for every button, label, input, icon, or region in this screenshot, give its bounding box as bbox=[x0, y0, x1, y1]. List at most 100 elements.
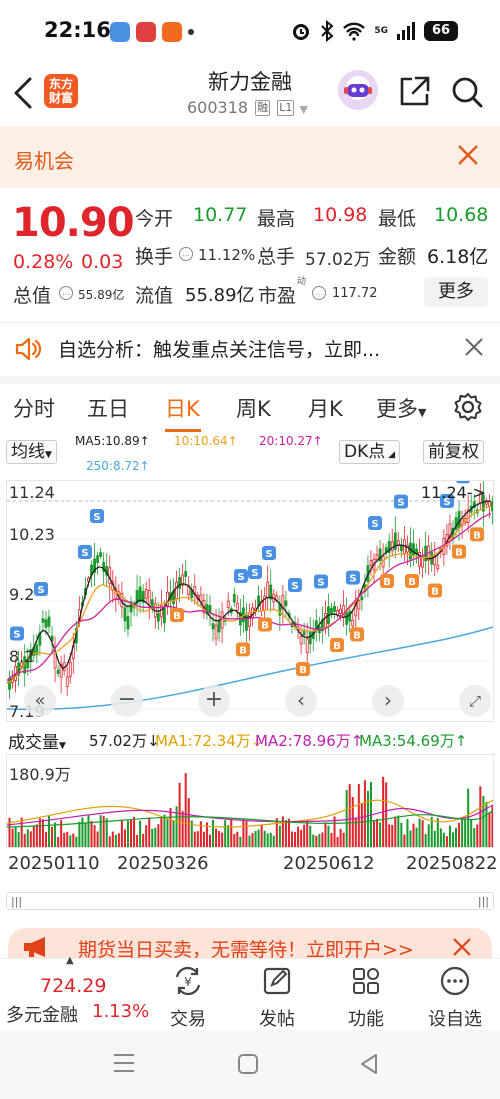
search-icon[interactable] bbox=[449, 74, 485, 110]
volume-bar bbox=[360, 803, 363, 847]
y-axis-low: 9.2 bbox=[9, 585, 35, 604]
close-icon[interactable] bbox=[452, 937, 472, 957]
close-icon[interactable] bbox=[464, 337, 484, 357]
signal-icon bbox=[397, 22, 415, 40]
buy-signal-letter: B bbox=[383, 577, 391, 588]
info-icon[interactable]: … bbox=[59, 286, 73, 300]
volume-bar bbox=[445, 836, 448, 847]
margin-tag: 融 bbox=[255, 100, 271, 116]
buy-signal-letter: B bbox=[353, 630, 361, 641]
tab-intraday[interactable]: 分时 bbox=[13, 393, 55, 423]
info-icon[interactable]: … bbox=[312, 286, 326, 300]
step-left-icon[interactable]: ‹ bbox=[285, 685, 317, 717]
volume-bar bbox=[32, 826, 35, 847]
range-scrollbar[interactable]: ||| ||| bbox=[6, 892, 494, 910]
close-icon[interactable] bbox=[456, 143, 480, 167]
range-handle-left[interactable]: ||| bbox=[11, 895, 22, 908]
open-value: 10.77 bbox=[193, 204, 248, 226]
opportunity-banner[interactable]: 易机会 bbox=[0, 126, 500, 188]
ma-toggle[interactable]: 均线▼ bbox=[6, 440, 57, 464]
share-icon[interactable] bbox=[396, 74, 432, 110]
volume-bar bbox=[166, 819, 169, 847]
robot-assistant-avatar[interactable] bbox=[338, 70, 378, 110]
volume-bar bbox=[336, 836, 339, 847]
more-dots-icon bbox=[440, 966, 470, 996]
volume-bar bbox=[254, 830, 257, 847]
volume-bar bbox=[458, 822, 461, 847]
candle-body bbox=[44, 619, 48, 628]
adjust-toggle[interactable]: 前复权 bbox=[423, 440, 484, 464]
post-button[interactable]: 发帖 bbox=[237, 965, 317, 1031]
robot-icon bbox=[344, 84, 372, 97]
volume-bar bbox=[394, 816, 397, 847]
candle-body bbox=[99, 552, 103, 557]
volume-bar bbox=[154, 827, 157, 847]
dk-points-toggle[interactable]: DK点 ◢ bbox=[339, 440, 401, 464]
range-handle-right[interactable]: ||| bbox=[478, 895, 489, 908]
home-icon[interactable] bbox=[236, 1052, 260, 1076]
more-quote-button[interactable]: 更多 bbox=[424, 277, 488, 307]
volume-bar bbox=[345, 789, 348, 847]
volume-bar bbox=[233, 834, 236, 847]
volume-bar bbox=[315, 835, 318, 847]
megaphone-icon bbox=[24, 937, 45, 957]
volume-bar bbox=[87, 815, 90, 847]
volume-bar bbox=[321, 832, 324, 847]
ma250-label: 250:8.72↑ bbox=[86, 459, 150, 473]
volume-bar bbox=[54, 822, 57, 847]
volume-bar bbox=[245, 821, 248, 847]
ma5-line bbox=[6, 500, 492, 684]
scroll-left-fast-icon[interactable]: « bbox=[24, 685, 56, 717]
bluetooth-icon bbox=[321, 20, 334, 42]
candle-body bbox=[299, 636, 303, 645]
volume-bar bbox=[424, 834, 427, 847]
tab-weekly-k[interactable]: 周K bbox=[236, 393, 271, 423]
volume-bar bbox=[448, 825, 451, 847]
gear-icon[interactable] bbox=[453, 392, 483, 422]
volume-bar bbox=[178, 782, 181, 847]
back-icon[interactable] bbox=[358, 1052, 380, 1076]
sell-signal-letter: S bbox=[397, 498, 404, 509]
tab-five-day[interactable]: 五日 bbox=[87, 393, 129, 423]
pe-value: 117.72 bbox=[332, 286, 378, 301]
tab-daily-k[interactable]: 日K bbox=[165, 393, 200, 423]
kline-chart[interactable]: SSSSSSSSSSSSSSBBBBBBBBBBB 11.24 10.23 9.… bbox=[6, 469, 494, 722]
y-axis-top: 11.24 bbox=[9, 483, 55, 502]
svg-text:¥: ¥ bbox=[184, 975, 192, 989]
volume-bar bbox=[433, 830, 436, 847]
vol-ma2: MA2:78.96万↑ bbox=[255, 732, 364, 750]
volume-bar bbox=[260, 825, 263, 847]
tab-monthly-k[interactable]: 月K bbox=[308, 393, 343, 423]
buy-signal-marker: B bbox=[258, 617, 272, 632]
analysis-notice[interactable]: 自选分析：触发重点关注信号，立即... bbox=[0, 322, 500, 372]
candle-body bbox=[56, 669, 60, 674]
add-watchlist-label: 设自选 bbox=[428, 1009, 482, 1030]
candle-body bbox=[65, 676, 69, 687]
candle-body bbox=[163, 608, 166, 624]
volume-bar bbox=[488, 812, 491, 847]
volume-chart[interactable]: 180.9万 bbox=[6, 754, 494, 848]
trade-button[interactable]: ¥ 交易 bbox=[148, 965, 228, 1031]
sector-name[interactable]: 多元金融 bbox=[6, 1001, 78, 1027]
tab-more[interactable]: 更多▼ bbox=[376, 393, 426, 423]
banner-text: 易机会 bbox=[14, 149, 74, 173]
last-price-marker: 11.24-> bbox=[421, 483, 486, 502]
chevron-down-icon[interactable]: ▼ bbox=[300, 103, 308, 116]
volume-indicator-toggle[interactable]: 成交量▼ bbox=[8, 728, 66, 753]
functions-button[interactable]: 功能 bbox=[326, 965, 406, 1031]
sell-signal-letter: S bbox=[371, 519, 378, 530]
zoom-out-icon[interactable]: − bbox=[111, 685, 143, 717]
sector-index-value[interactable]: 724.29 bbox=[40, 975, 106, 997]
volume-bar bbox=[278, 825, 281, 847]
bottom-toolbar: ▲ 724.29 多元金融 1.13% ¥ 交易 发帖 功能 设自选 bbox=[0, 955, 500, 1031]
step-right-icon[interactable]: › bbox=[372, 685, 404, 717]
info-icon[interactable]: … bbox=[179, 247, 193, 261]
zoom-in-icon[interactable]: + bbox=[198, 685, 230, 717]
level-tag[interactable]: L1 bbox=[277, 100, 295, 116]
add-watchlist-button[interactable]: 设自选 bbox=[415, 965, 495, 1031]
sell-signal-marker: S bbox=[10, 626, 24, 641]
fullscreen-icon[interactable]: ⤢ bbox=[459, 685, 491, 717]
recents-icon[interactable] bbox=[112, 1052, 136, 1074]
buy-signal-marker: B bbox=[405, 574, 419, 588]
trade-label: 交易 bbox=[170, 1009, 206, 1030]
